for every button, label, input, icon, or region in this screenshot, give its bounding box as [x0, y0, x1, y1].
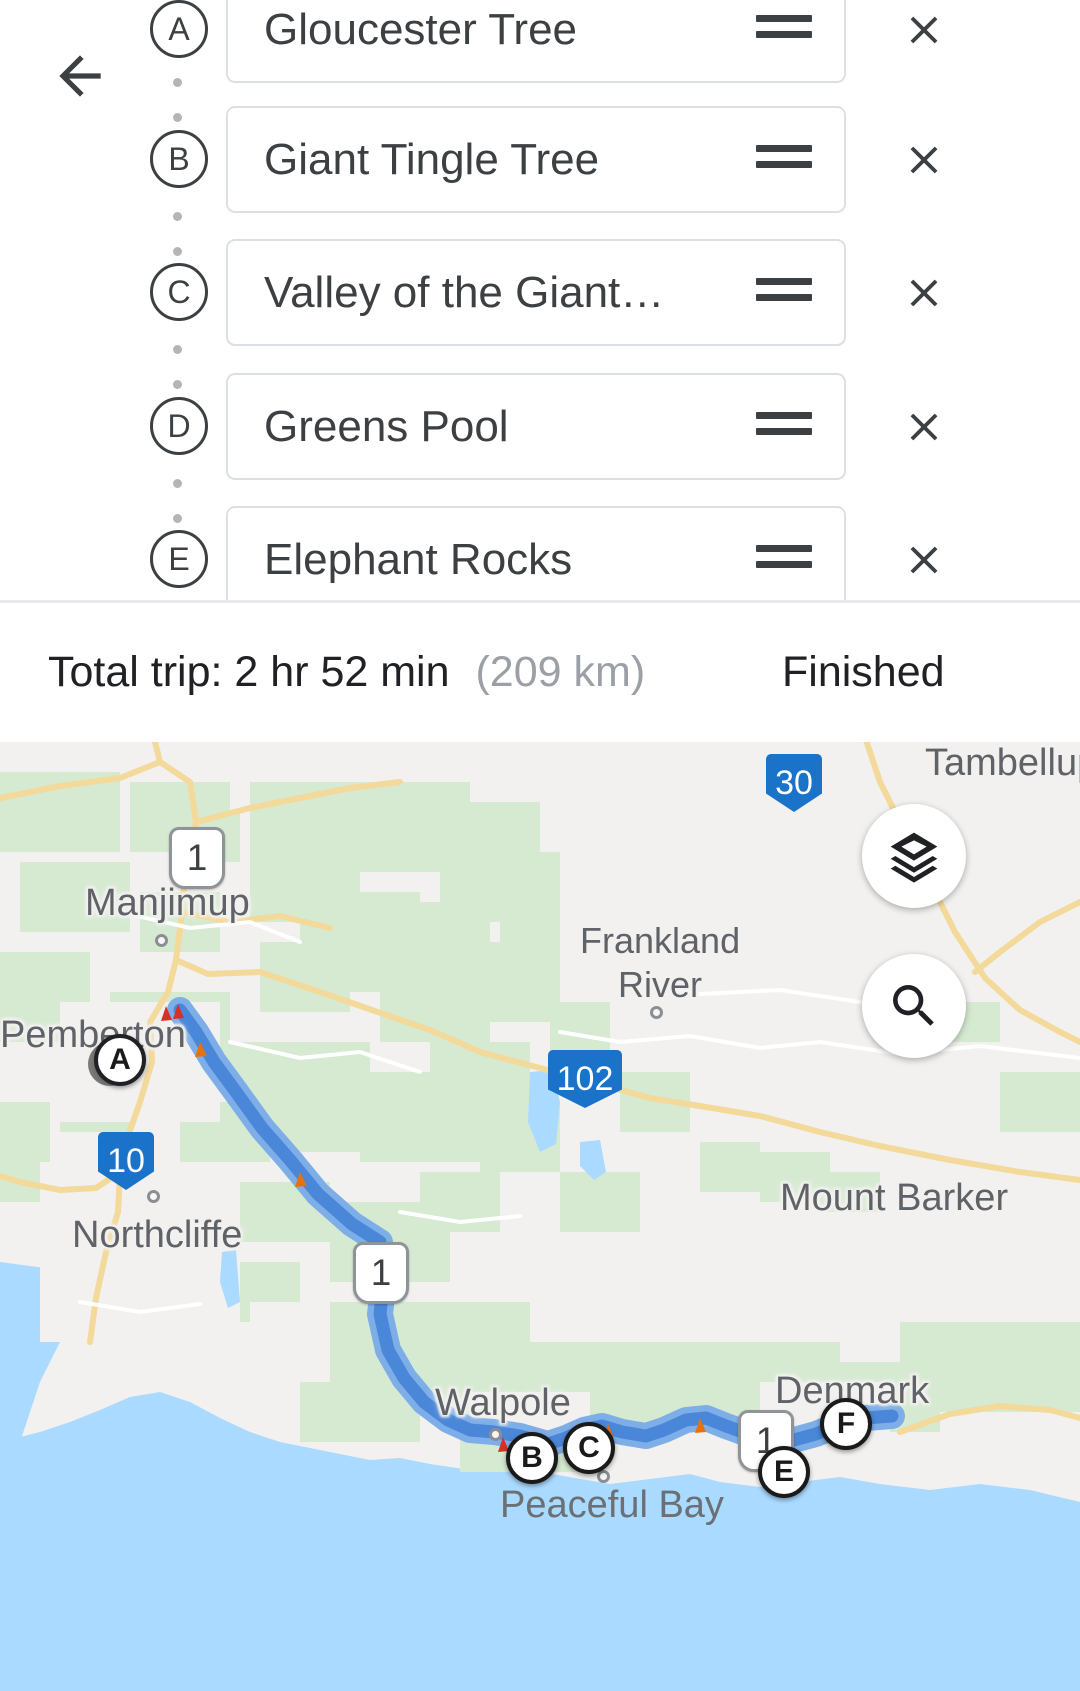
trip-summary-prefix: Total trip:: [48, 648, 223, 696]
waypoint-label-c: Valley of the Giant…: [264, 267, 665, 317]
close-icon: [910, 16, 938, 44]
drag-handle-icon[interactable]: [756, 277, 812, 308]
waypoint-label-a: Gloucester Tree: [264, 4, 578, 54]
drag-handle-icon[interactable]: [756, 544, 812, 575]
trip-distance: (209 km): [475, 648, 646, 696]
map-search-button[interactable]: [862, 954, 966, 1058]
waypoint-badge-b: B: [150, 130, 208, 188]
waypoint-input-e[interactable]: Elephant Rocks: [226, 506, 846, 600]
trip-duration: 2 hr 52 min: [234, 648, 450, 696]
waypoint-label-d: Greens Pool: [264, 401, 509, 451]
city-dot-manjimup: [155, 934, 168, 947]
close-icon: [910, 546, 938, 574]
trip-summary-bar: Total trip: 2 hr 52 min (209 km) Finishe…: [0, 600, 1080, 742]
map-marker-f[interactable]: F: [820, 1398, 872, 1450]
waypoint-badge-a: A: [150, 0, 208, 58]
waypoint-row-e[interactable]: E Elephant Rocks: [0, 492, 1080, 600]
city-dot-northcliffe: [147, 1190, 160, 1203]
waypoint-badge-c: C: [150, 263, 208, 321]
highway-shield-1-mid: 1: [353, 1242, 409, 1304]
route-planner-screen: A Gloucester Tree B Giant Tingle Tree C …: [0, 0, 1080, 1691]
waypoint-row-c[interactable]: C Valley of the Giant…: [0, 225, 1080, 358]
search-icon: [893, 985, 934, 1026]
waypoint-input-d[interactable]: Greens Pool: [226, 373, 846, 480]
trip-summary-text: Total trip: 2 hr 52 min (209 km): [48, 648, 645, 697]
close-icon: [910, 413, 938, 441]
waypoint-badge-e: E: [150, 530, 208, 588]
close-icon: [910, 146, 938, 174]
map-marker-b[interactable]: B: [506, 1432, 558, 1484]
drag-handle-icon[interactable]: [756, 144, 812, 175]
waypoint-row-a[interactable]: A Gloucester Tree: [0, 0, 1080, 95]
waypoint-remove-e[interactable]: [884, 520, 964, 600]
map-view[interactable]: Manjimup Pemberton Northcliffe Frankland…: [0, 742, 1080, 1691]
drag-handle-icon[interactable]: [756, 411, 812, 442]
finished-button[interactable]: Finished: [782, 648, 945, 697]
city-dot-walpole: [489, 1428, 502, 1441]
drag-handle-icon[interactable]: [756, 14, 812, 45]
waypoint-remove-d[interactable]: [884, 387, 964, 467]
waypoint-badge-d: D: [150, 397, 208, 455]
map-marker-a[interactable]: A: [94, 1034, 146, 1086]
waypoint-remove-b[interactable]: [884, 120, 964, 200]
map-layers-button[interactable]: [862, 804, 966, 908]
city-dot-frankland-river: [650, 1006, 663, 1019]
waypoint-row-d[interactable]: D Greens Pool: [0, 359, 1080, 492]
map-marker-c[interactable]: C: [563, 1422, 615, 1474]
highway-shield-1-north: 1: [169, 827, 225, 889]
waypoint-remove-c[interactable]: [884, 253, 964, 333]
waypoint-input-c[interactable]: Valley of the Giant…: [226, 239, 846, 346]
waypoint-input-b[interactable]: Giant Tingle Tree: [226, 106, 846, 213]
waypoint-input-a[interactable]: Gloucester Tree: [226, 0, 846, 83]
waypoint-panel: A Gloucester Tree B Giant Tingle Tree C …: [0, 0, 1080, 600]
waypoint-label-e: Elephant Rocks: [264, 534, 573, 584]
map-marker-e[interactable]: E: [758, 1446, 810, 1498]
close-icon: [910, 279, 938, 307]
waypoint-row-b[interactable]: B Giant Tingle Tree: [0, 92, 1080, 225]
waypoint-remove-a[interactable]: [884, 0, 964, 70]
layers-icon: [890, 832, 938, 883]
waypoint-label-b: Giant Tingle Tree: [264, 134, 600, 184]
